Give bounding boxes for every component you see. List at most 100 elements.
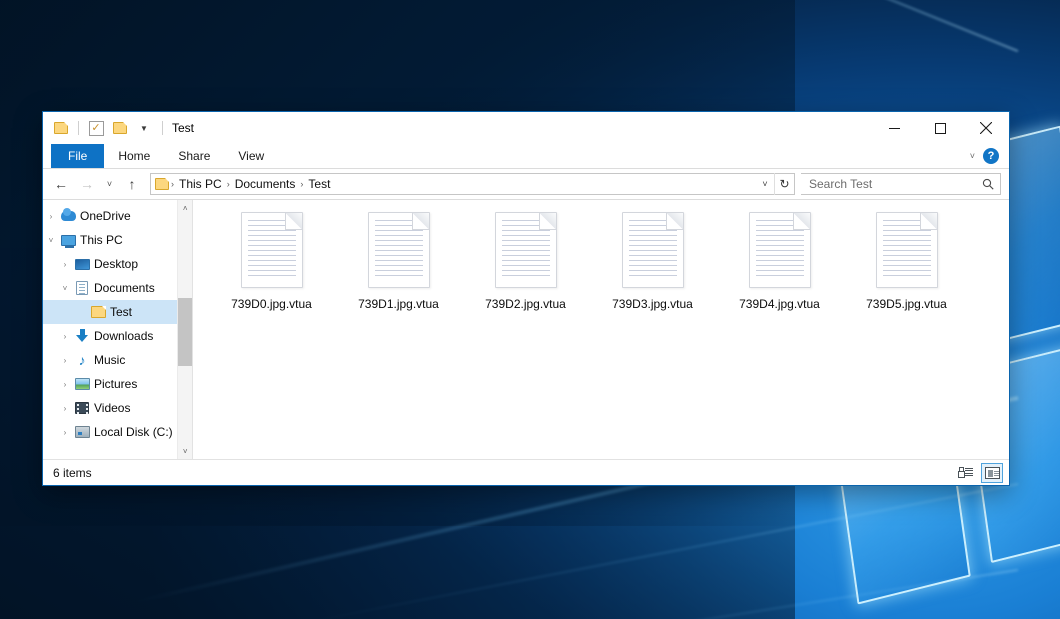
sidebar-item-label: Desktop (91, 257, 138, 271)
scrollbar-thumb[interactable] (178, 298, 192, 366)
window-controls (871, 112, 1009, 144)
sidebar-item-music[interactable]: › ♪ Music (43, 348, 177, 372)
sidebar-item-label: Music (91, 353, 125, 367)
navigation-pane: › OneDrive ˅ This PC › Desktop ˅ (43, 200, 193, 459)
sidebar-item-local-disk[interactable]: › Local Disk (C:) (43, 420, 177, 444)
folder-tree: › OneDrive ˅ This PC › Desktop ˅ (43, 200, 177, 459)
breadcrumb-tail: ˅ ↻ (756, 173, 794, 195)
file-item[interactable]: 739D2.jpg.vtua (469, 212, 582, 332)
sidebar-item-videos[interactable]: › Videos (43, 396, 177, 420)
chevron-down-icon[interactable]: ˅ (970, 151, 975, 161)
tab-file[interactable]: File (51, 144, 104, 168)
ribbon-right-controls: ˅ ? (970, 144, 1009, 168)
minimize-icon (889, 123, 900, 134)
address-bar: ← → ˅ ↑ › This PC › Documents › Test ˅ ↻… (43, 169, 1009, 199)
tab-home[interactable]: Home (104, 144, 164, 168)
sidebar-item-label: Downloads (91, 329, 153, 343)
generic-file-icon (241, 212, 303, 288)
folder-icon[interactable] (51, 118, 71, 138)
scrollbar-track[interactable] (177, 216, 193, 443)
file-item[interactable]: 739D3.jpg.vtua (596, 212, 709, 332)
sidebar-item-label: Videos (91, 401, 130, 415)
refresh-button[interactable]: ↻ (774, 173, 794, 195)
onedrive-icon (59, 211, 77, 221)
expander-icon[interactable]: › (57, 380, 73, 389)
file-name: 739D1.jpg.vtua (358, 297, 439, 311)
scroll-down-icon[interactable]: ˅ (177, 443, 193, 459)
up-button[interactable]: ↑ (120, 172, 144, 196)
expander-icon[interactable]: › (57, 356, 73, 365)
help-icon[interactable]: ? (983, 148, 999, 164)
window-body: › OneDrive ˅ This PC › Desktop ˅ (43, 199, 1009, 459)
file-item[interactable]: 739D0.jpg.vtua (215, 212, 328, 332)
new-folder-icon[interactable] (110, 118, 130, 138)
file-item[interactable]: 739D5.jpg.vtua (850, 212, 963, 332)
recent-locations-button[interactable]: ˅ (101, 172, 118, 196)
sidebar-item-this-pc[interactable]: ˅ This PC (43, 228, 177, 252)
expander-icon[interactable]: › (43, 212, 59, 221)
sidebar-item-label: This PC (77, 233, 123, 247)
view-mode-buttons (955, 463, 1003, 483)
sidebar-item-label: Documents (91, 281, 155, 295)
expander-icon[interactable]: › (57, 404, 73, 413)
expander-icon[interactable]: › (57, 260, 73, 269)
generic-file-icon (749, 212, 811, 288)
breadcrumb[interactable]: › This PC › Documents › Test ˅ ↻ (150, 173, 795, 195)
sidebar-item-label: Test (107, 305, 132, 319)
folder-icon (155, 178, 169, 190)
scroll-up-icon[interactable]: ˄ (177, 200, 193, 216)
close-button[interactable] (963, 112, 1009, 144)
file-name: 739D5.jpg.vtua (866, 297, 947, 311)
pictures-icon (73, 378, 91, 390)
quick-access-toolbar: ✓ ▼ (51, 118, 154, 138)
documents-icon (73, 281, 91, 295)
search-icon (982, 178, 994, 190)
sidebar-item-onedrive[interactable]: › OneDrive (43, 204, 177, 228)
large-icons-view-button[interactable] (981, 463, 1003, 483)
expander-icon[interactable]: › (57, 428, 73, 437)
tab-view[interactable]: View (224, 144, 278, 168)
sidebar-item-label: Local Disk (C:) (91, 425, 173, 439)
breadcrumb-item-test[interactable]: Test (303, 177, 335, 191)
close-icon (980, 122, 992, 134)
file-name: 739D2.jpg.vtua (485, 297, 566, 311)
maximize-icon (935, 123, 946, 134)
expander-icon[interactable]: ˅ (43, 236, 59, 245)
expander-icon[interactable]: › (57, 332, 73, 341)
file-item[interactable]: 739D4.jpg.vtua (723, 212, 836, 332)
details-view-icon (959, 467, 973, 478)
sidebar-item-desktop[interactable]: › Desktop (43, 252, 177, 276)
file-item[interactable]: 739D1.jpg.vtua (342, 212, 455, 332)
divider (162, 121, 163, 135)
properties-checkbox-icon[interactable]: ✓ (86, 118, 106, 138)
large-icons-view-icon (985, 467, 1000, 479)
sidebar-item-pictures[interactable]: › Pictures (43, 372, 177, 396)
breadcrumb-item-this-pc[interactable]: This PC (174, 177, 227, 191)
music-icon: ♪ (73, 353, 91, 367)
maximize-button[interactable] (917, 112, 963, 144)
this-pc-icon (59, 235, 77, 246)
sidebar-item-test[interactable]: Test (43, 300, 177, 324)
status-bar: 6 items (43, 459, 1009, 485)
back-button[interactable]: ← (49, 172, 73, 196)
videos-icon (73, 402, 91, 414)
window-title: Test (172, 121, 194, 135)
file-list[interactable]: 739D0.jpg.vtua 739D1.jpg.vtua 739D2.jpg.… (193, 200, 1009, 459)
downloads-icon (73, 329, 91, 343)
ribbon-tab-bar: File Home Share View ˅ ? (43, 144, 1009, 169)
tab-share[interactable]: Share (164, 144, 224, 168)
minimize-button[interactable] (871, 112, 917, 144)
search-placeholder: Search Test (809, 177, 982, 191)
sidebar-item-label: Pictures (91, 377, 137, 391)
breadcrumb-item-documents[interactable]: Documents (230, 177, 301, 191)
forward-button: → (75, 172, 99, 196)
history-chevron-icon[interactable]: ˅ (756, 179, 774, 189)
sidebar-scrollbar[interactable]: ˄ ˅ (177, 200, 193, 459)
search-input[interactable]: Search Test (801, 173, 1001, 195)
chevron-down-icon[interactable]: ▼ (134, 118, 154, 138)
title-bar: ✓ ▼ Test (43, 112, 1009, 144)
sidebar-item-downloads[interactable]: › Downloads (43, 324, 177, 348)
expander-icon[interactable]: ˅ (57, 284, 73, 293)
sidebar-item-documents[interactable]: ˅ Documents (43, 276, 177, 300)
details-view-button[interactable] (955, 463, 977, 483)
